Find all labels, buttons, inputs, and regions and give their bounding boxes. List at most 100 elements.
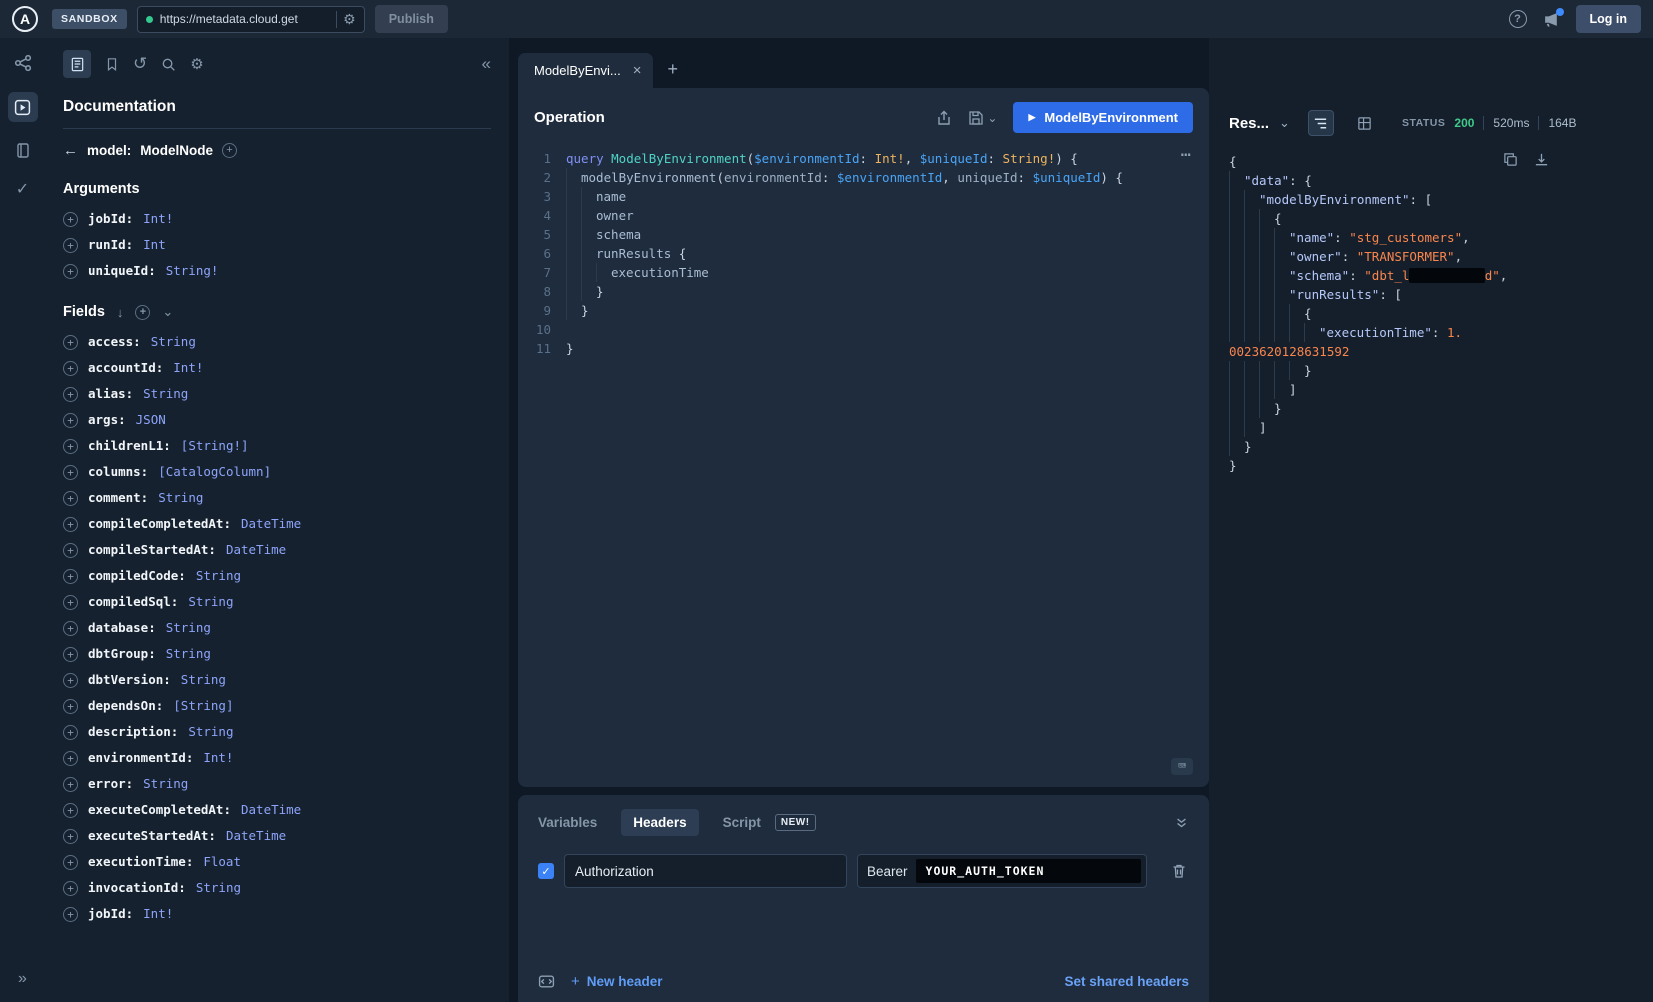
add-to-operation-icon[interactable]: + <box>63 829 78 844</box>
add-all-fields-icon[interactable]: + <box>135 305 150 320</box>
query-editor[interactable]: ⋯ 1query ModelByEnvironment($environment… <box>518 143 1209 787</box>
add-to-operation-icon[interactable]: + <box>63 361 78 376</box>
add-to-operation-icon[interactable]: + <box>63 699 78 714</box>
model-name[interactable]: ModelNode <box>140 143 213 158</box>
code-line[interactable]: 10 <box>518 320 1209 339</box>
tree-view-icon[interactable] <box>1308 110 1334 136</box>
field-row[interactable]: +alias:String <box>45 381 509 407</box>
save-operation-icon[interactable]: ⌄ <box>968 110 997 126</box>
publish-button[interactable]: Publish <box>375 5 448 33</box>
tab-script[interactable]: Script <box>723 809 761 836</box>
field-row[interactable]: +executeCompletedAt:DateTime <box>45 797 509 823</box>
login-button[interactable]: Log in <box>1576 5 1642 33</box>
field-row[interactable]: +dbtVersion:String <box>45 667 509 693</box>
add-to-operation-icon[interactable]: + <box>63 673 78 688</box>
editor-menu-icon[interactable]: ⋯ <box>1181 145 1193 165</box>
argument-row[interactable]: +uniqueId:String! <box>45 258 509 284</box>
help-icon[interactable]: ? <box>1509 10 1527 28</box>
field-row[interactable]: +executeStartedAt:DateTime <box>45 823 509 849</box>
operations-icon[interactable] <box>15 142 31 159</box>
field-row[interactable]: +comment:String <box>45 485 509 511</box>
field-row[interactable]: +access:String <box>45 329 509 355</box>
graph-icon[interactable] <box>14 54 32 72</box>
argument-row[interactable]: +runId:Int <box>45 232 509 258</box>
code-line[interactable]: 7executionTime <box>518 263 1209 282</box>
close-tab-icon[interactable]: × <box>633 63 642 78</box>
field-row[interactable]: +args:JSON <box>45 407 509 433</box>
add-to-operation-icon[interactable]: + <box>63 439 78 454</box>
add-to-operation-icon[interactable]: + <box>63 212 78 227</box>
collapse-panel-icon[interactable] <box>1174 816 1189 830</box>
code-line[interactable]: 3name <box>518 187 1209 206</box>
add-to-operation-icon[interactable]: + <box>63 387 78 402</box>
field-row[interactable]: +columns:[CatalogColumn] <box>45 459 509 485</box>
field-row[interactable]: +compileStartedAt:DateTime <box>45 537 509 563</box>
code-line[interactable]: 2modelByEnvironment(environmentId: $envi… <box>518 168 1209 187</box>
tab-variables[interactable]: Variables <box>538 809 597 836</box>
add-to-operation-icon[interactable]: + <box>63 238 78 253</box>
field-row[interactable]: +dbtGroup:String <box>45 641 509 667</box>
header-value-field[interactable]: Bearer YOUR_AUTH_TOKEN <box>857 854 1147 888</box>
endpoint-url[interactable]: https://metadata.cloud.get <box>160 12 329 26</box>
announcements-icon[interactable] <box>1543 11 1560 28</box>
table-view-icon[interactable] <box>1352 110 1378 136</box>
operation-tab[interactable]: ModelByEnvi... × <box>518 53 653 88</box>
add-to-operation-icon[interactable]: + <box>63 647 78 662</box>
expand-rail-icon[interactable]: » <box>18 970 27 1002</box>
add-to-operation-icon[interactable]: + <box>63 803 78 818</box>
tab-headers[interactable]: Headers <box>621 809 698 836</box>
header-key-input[interactable] <box>564 854 847 888</box>
add-to-operation-icon[interactable]: + <box>63 569 78 584</box>
endpoint-url-bar[interactable]: https://metadata.cloud.get ⚙ <box>137 6 365 33</box>
save-dropdown-chevron-icon[interactable]: ⌄ <box>987 111 997 125</box>
code-line[interactable]: 6runResults { <box>518 244 1209 263</box>
collapse-docs-icon[interactable]: « <box>482 54 491 74</box>
field-row[interactable]: +database:String <box>45 615 509 641</box>
back-icon[interactable]: ← <box>63 142 78 159</box>
field-row[interactable]: +childrenL1:[String!] <box>45 433 509 459</box>
new-header-button[interactable]: + New header <box>571 973 663 990</box>
settings-icon[interactable]: ⚙ <box>190 55 203 73</box>
code-line[interactable]: 4owner <box>518 206 1209 225</box>
set-shared-headers-link[interactable]: Set shared headers <box>1064 974 1189 989</box>
environment-variables-icon[interactable] <box>538 973 555 990</box>
argument-row[interactable]: +jobId:Int! <box>45 206 509 232</box>
code-line[interactable]: 1query ModelByEnvironment($environmentId… <box>518 149 1209 168</box>
documentation-tab-icon[interactable] <box>63 50 91 78</box>
code-line[interactable]: 5schema <box>518 225 1209 244</box>
field-row[interactable]: +jobId:Int! <box>45 901 509 927</box>
field-row[interactable]: +environmentId:Int! <box>45 745 509 771</box>
field-row[interactable]: +description:String <box>45 719 509 745</box>
add-to-operation-icon[interactable]: + <box>63 517 78 532</box>
add-to-operation-icon[interactable]: + <box>63 881 78 896</box>
add-model-icon[interactable]: + <box>222 143 237 158</box>
endpoint-settings-icon[interactable]: ⚙ <box>336 11 356 28</box>
field-row[interactable]: +invocationId:String <box>45 875 509 901</box>
new-tab-button[interactable]: + <box>667 59 678 80</box>
explorer-icon[interactable] <box>8 92 38 122</box>
field-row[interactable]: +error:String <box>45 771 509 797</box>
apollo-logo[interactable]: A <box>12 6 38 32</box>
add-to-operation-icon[interactable]: + <box>63 465 78 480</box>
add-to-operation-icon[interactable]: + <box>63 751 78 766</box>
code-line[interactable]: 11} <box>518 339 1209 358</box>
header-enabled-checkbox[interactable]: ✓ <box>538 863 554 879</box>
add-to-operation-icon[interactable]: + <box>63 725 78 740</box>
sort-fields-icon[interactable]: ↓ <box>117 305 124 320</box>
add-to-operation-icon[interactable]: + <box>63 413 78 428</box>
code-line[interactable]: 9} <box>518 301 1209 320</box>
checks-icon[interactable]: ✓ <box>16 179 29 199</box>
field-row[interactable]: +executionTime:Float <box>45 849 509 875</box>
field-row[interactable]: +compiledSql:String <box>45 589 509 615</box>
bookmark-icon[interactable] <box>105 57 119 72</box>
fields-options-chevron-icon[interactable]: ⌄ <box>162 304 173 320</box>
history-icon[interactable]: ↺ <box>133 54 147 74</box>
field-row[interactable]: +accountId:Int! <box>45 355 509 381</box>
field-row[interactable]: +dependsOn:[String] <box>45 693 509 719</box>
download-response-icon[interactable] <box>1534 152 1549 167</box>
add-to-operation-icon[interactable]: + <box>63 855 78 870</box>
keyboard-shortcuts-icon[interactable]: ⌨ <box>1171 758 1193 775</box>
search-icon[interactable] <box>161 57 176 72</box>
add-to-operation-icon[interactable]: + <box>63 264 78 279</box>
add-to-operation-icon[interactable]: + <box>63 491 78 506</box>
